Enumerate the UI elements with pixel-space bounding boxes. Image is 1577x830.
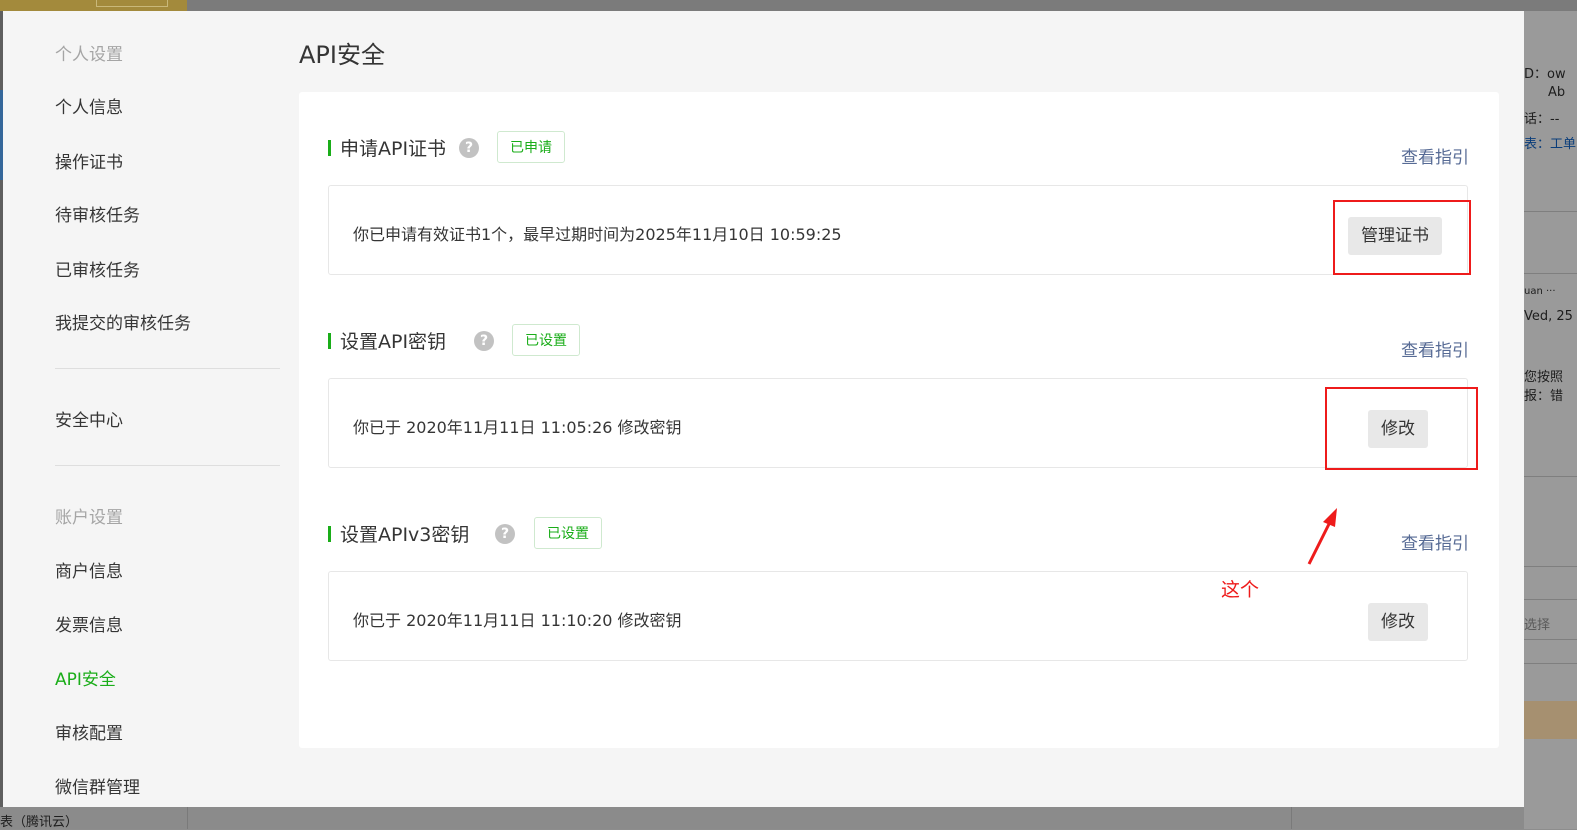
view-guide-link[interactable]: 查看指引 — [1401, 143, 1469, 168]
background-text: 您按照 — [1524, 370, 1564, 385]
sidebar-item-wechat-group[interactable]: 微信群管理 — [55, 773, 140, 798]
view-guide-link[interactable]: 查看指引 — [1401, 529, 1469, 554]
background-notice — [1524, 701, 1577, 739]
sidebar-item-security-center[interactable]: 安全中心 — [55, 406, 123, 431]
sidebar-item-personal-info[interactable]: 个人信息 — [55, 93, 123, 118]
section-header-api-key: 设置API密钥 ? 已设置 — [328, 324, 1468, 358]
section-title: 设置API密钥 — [340, 331, 447, 353]
sidebar-divider — [55, 368, 280, 369]
section-marker — [328, 526, 331, 542]
annotation-label: 这个 — [1221, 579, 1260, 601]
sidebar-item-operation-cert[interactable]: 操作证书 — [55, 148, 123, 173]
section-marker — [328, 140, 331, 156]
sidebar-item-review-config[interactable]: 审核配置 — [55, 719, 123, 744]
help-icon[interactable]: ? — [459, 138, 479, 158]
background-right-panel: D：ow Ab 话：-- 表：工单 uan ··· Ved, 25 您按照 报：… — [1524, 11, 1577, 829]
background-button — [96, 0, 168, 7]
view-guide-link[interactable]: 查看指引 — [1401, 336, 1469, 361]
sidebar-group-personal: 个人设置 — [55, 45, 123, 65]
section-title: 设置APIv3密钥 — [340, 524, 470, 546]
background-text: 报：错 — [1524, 389, 1564, 404]
background-text: D：ow — [1524, 67, 1566, 82]
background-text: uan ··· — [1524, 286, 1556, 297]
section-panel-api-key: 你已于 2020年11月11日 11:05:26 修改密钥 修改 — [328, 378, 1468, 468]
status-badge: 已申请 — [497, 131, 565, 163]
status-badge: 已设置 — [512, 324, 580, 356]
status-badge: 已设置 — [534, 517, 602, 549]
help-icon[interactable]: ? — [495, 524, 515, 544]
section-title: 申请API证书 — [340, 138, 447, 160]
background-text: Ved, 25 — [1524, 309, 1573, 324]
sidebar-nav: 个人设置 个人信息 操作证书 待审核任务 已审核任务 我提交的审核任务 安全中心… — [3, 11, 299, 807]
sidebar-item-invoice-info[interactable]: 发票信息 — [55, 611, 123, 636]
help-icon[interactable]: ? — [474, 331, 494, 351]
background-bottom-bar: 表（腾讯云） — [0, 807, 1524, 830]
sidebar-group-account: 账户设置 — [55, 508, 123, 528]
section-marker — [328, 333, 331, 349]
page-title: API安全 — [299, 41, 385, 69]
annotation-highlight-box — [1333, 200, 1471, 275]
background-text: 话：-- — [1524, 112, 1560, 127]
sidebar-item-merchant-info[interactable]: 商户信息 — [55, 557, 123, 582]
section-panel-apiv3-key: 你已于 2020年11月11日 11:10:20 修改密钥 修改 — [328, 571, 1468, 661]
background-text: 表：工单 — [1524, 137, 1577, 152]
sidebar-item-reviewed[interactable]: 已审核任务 — [55, 256, 140, 281]
annotation-arrow-icon — [1307, 508, 1337, 565]
apiv3-key-info-text: 你已于 2020年11月11日 11:10:20 修改密钥 — [353, 611, 682, 630]
sidebar-divider — [55, 465, 280, 466]
section-header-apiv3-key: 设置APIv3密钥 ? 已设置 — [328, 517, 1468, 551]
sidebar-item-my-submitted[interactable]: 我提交的审核任务 — [55, 309, 191, 334]
settings-modal: 个人设置 个人信息 操作证书 待审核任务 已审核任务 我提交的审核任务 安全中心… — [3, 11, 1524, 807]
modify-apiv3-key-button[interactable]: 修改 — [1368, 603, 1428, 641]
annotation-highlight-box — [1325, 387, 1478, 470]
sidebar-item-pending-review[interactable]: 待审核任务 — [55, 201, 140, 226]
api-key-info-text: 你已于 2020年11月11日 11:05:26 修改密钥 — [353, 418, 682, 437]
background-text: 表（腾讯云） — [0, 815, 79, 830]
section-header-api-cert: 申请API证书 ? 已申请 — [328, 131, 1468, 165]
section-panel-api-cert: 你已申请有效证书1个，最早过期时间为2025年11月10日 10:59:25 管… — [328, 185, 1468, 275]
background-text: 选择 — [1524, 618, 1551, 633]
api-security-card: 申请API证书 ? 已申请 查看指引 你已申请有效证书1个，最早过期时间为202… — [299, 92, 1499, 748]
cert-info-text: 你已申请有效证书1个，最早过期时间为2025年11月10日 10:59:25 — [353, 225, 842, 244]
sidebar-item-api-security[interactable]: API安全 — [55, 665, 116, 690]
background-text: Ab — [1548, 85, 1566, 100]
background-top-bar — [0, 0, 1577, 11]
